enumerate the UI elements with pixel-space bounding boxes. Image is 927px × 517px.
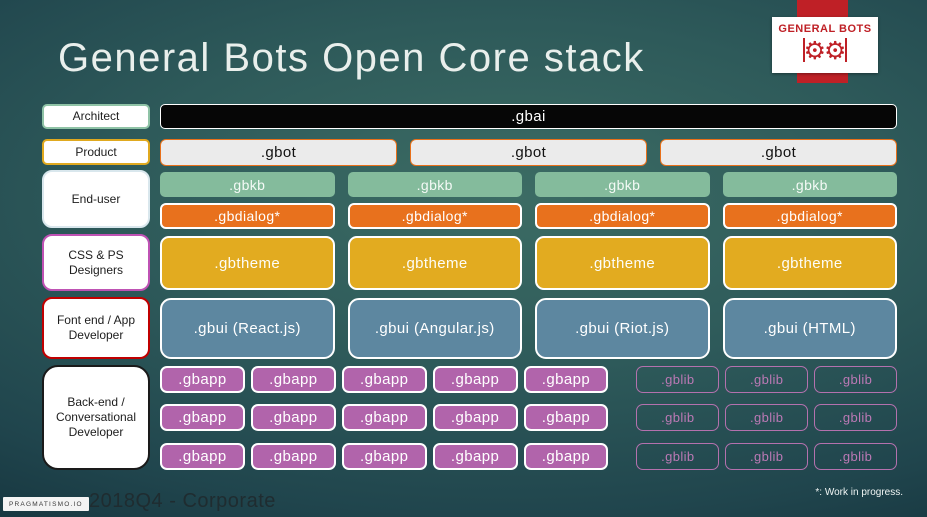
gbkb-box: .gbkb — [160, 172, 335, 197]
row-gbdialog: .gbdialog* .gbdialog* .gbdialog* .gbdial… — [160, 203, 897, 229]
gbdialog-box: .gbdialog* — [160, 203, 335, 229]
role-label-designers: CSS & PS Designers — [42, 234, 150, 291]
page-title: General Bots Open Core stack — [58, 36, 645, 80]
gblib-box: .gblib — [725, 404, 809, 431]
gbui-react-box: .gbui (React.js) — [160, 298, 335, 359]
gbkb-box: .gbkb — [722, 172, 897, 197]
slide: General Bots Open Core stack GENERAL BOT… — [0, 0, 927, 517]
gbkb-box: .gbkb — [347, 172, 522, 197]
general-bots-logo: GENERAL BOTS ⚙ ⚙ — [772, 17, 878, 73]
gbdialog-box: .gbdialog* — [535, 203, 710, 229]
gbtheme-box: .gbtheme — [722, 236, 897, 290]
gbdialog-box: .gbdialog* — [347, 203, 522, 229]
role-label-end-user: End-user — [42, 170, 150, 228]
work-in-progress-note: *: Work in progress. — [815, 487, 903, 498]
gblib-box: .gblib — [814, 404, 897, 431]
gblib-box: .gblib — [636, 443, 720, 470]
gbapp-box: .gbapp — [341, 404, 427, 431]
gblib-box: .gblib — [636, 404, 720, 431]
backend-row-1: .gbapp .gbapp .gbapp .gbapp .gbapp .gbli… — [160, 366, 897, 393]
logo-brand-text: GENERAL BOTS — [778, 23, 872, 35]
gbapp-box: .gbapp — [523, 443, 609, 470]
gblib-box: .gblib — [725, 366, 809, 393]
gbapp-box: .gbapp — [250, 443, 336, 470]
role-label-frontend: Font end / App Developer — [42, 297, 150, 359]
role-label-product: Product — [42, 139, 150, 165]
backend-row-3: .gbapp .gbapp .gbapp .gbapp .gbapp .gbli… — [160, 443, 897, 470]
gbot-box: .gbot — [660, 139, 897, 166]
gbtheme-box: .gbtheme — [347, 236, 522, 290]
gbapp-box: .gbapp — [523, 366, 609, 393]
row-gbai: .gbai — [160, 104, 897, 129]
gbapp-box: .gbapp — [341, 443, 427, 470]
logo-bar-right — [845, 38, 848, 62]
row-gbkb: .gbkb .gbkb .gbkb .gbkb — [160, 172, 897, 197]
gbtheme-box: .gbtheme — [535, 236, 710, 290]
role-label-architect: Architect — [42, 104, 150, 129]
gbapp-box: .gbapp — [432, 443, 518, 470]
logo-gears: ⚙ ⚙ — [772, 35, 878, 65]
pragmatismo-badge: PRAGMATISMO.IO — [3, 497, 89, 511]
gbapp-box: .gbapp — [250, 366, 336, 393]
gbapp-box: .gbapp — [523, 404, 609, 431]
gbdialog-box: .gbdialog* — [722, 203, 897, 229]
gbkb-box: .gbkb — [535, 172, 710, 197]
gblib-box: .gblib — [814, 366, 897, 393]
gbapp-box: .gbapp — [160, 443, 245, 470]
gblib-box: .gblib — [636, 366, 720, 393]
role-label-backend: Back-end / Conversational Developer — [42, 365, 150, 470]
gbui-riot-box: .gbui (Riot.js) — [535, 298, 710, 359]
row-gbui: .gbui (React.js) .gbui (Angular.js) .gbu… — [160, 298, 897, 359]
gbapp-box: .gbapp — [432, 366, 518, 393]
gbapp-box: .gbapp — [341, 366, 427, 393]
footer-caption: 2018Q4 - Corporate — [89, 490, 276, 512]
gbapp-box: .gbapp — [250, 404, 336, 431]
gblib-box: .gblib — [814, 443, 897, 470]
gblib-box: .gblib — [725, 443, 809, 470]
gbai-box: .gbai — [160, 104, 897, 129]
gbui-angular-box: .gbui (Angular.js) — [347, 298, 522, 359]
gear-icon: ⚙ — [824, 35, 847, 65]
row-gbtheme: .gbtheme .gbtheme .gbtheme .gbtheme — [160, 236, 897, 290]
gbtheme-box: .gbtheme — [160, 236, 335, 290]
gbot-box: .gbot — [410, 139, 647, 166]
gbapp-box: .gbapp — [432, 404, 518, 431]
gbapp-box: .gbapp — [160, 366, 245, 393]
row-gbot: .gbot .gbot .gbot — [160, 139, 897, 166]
gear-icon: ⚙ — [803, 35, 826, 65]
gbui-html-box: .gbui (HTML) — [722, 298, 897, 359]
gbot-box: .gbot — [160, 139, 397, 166]
gbapp-box: .gbapp — [160, 404, 245, 431]
backend-row-2: .gbapp .gbapp .gbapp .gbapp .gbapp .gbli… — [160, 404, 897, 431]
